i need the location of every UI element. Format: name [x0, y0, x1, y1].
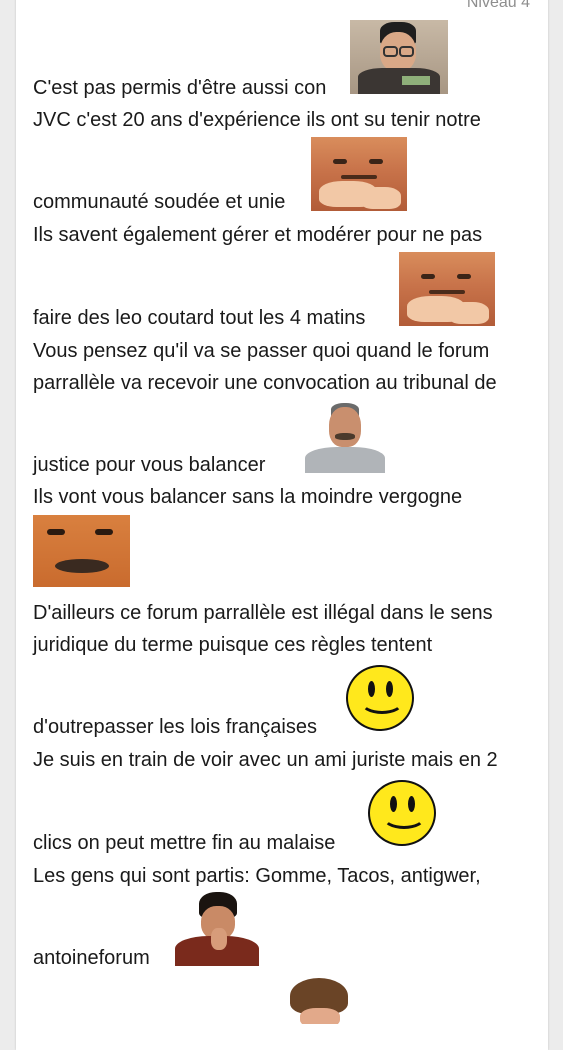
message-line: justice pour vous balancer	[33, 454, 266, 476]
laughing-face-sticker	[399, 252, 495, 326]
message-line: JVC c'est 20 ans d'expérience ils ont su…	[33, 109, 481, 131]
level-badge: Niveau 4	[466, 0, 530, 11]
message-line: D'ailleurs ce forum parrallèle est illég…	[33, 602, 493, 624]
old-man-money-sticker	[350, 20, 448, 94]
message-line: Ils vont vous balancer sans la moindre v…	[33, 486, 463, 508]
smiley-icon	[346, 665, 414, 731]
message-line: juridique du terme puisque ces règles te…	[33, 634, 433, 656]
curly-hair-sticker	[286, 974, 352, 1024]
message-line: communauté soudée et unie	[33, 191, 286, 213]
message-line: C'est pas permis d'être aussi con	[33, 77, 327, 99]
message-line: antoineforum	[33, 947, 150, 969]
laughing-young-man-sticker	[173, 892, 261, 966]
message-line: Ils savent également gérer et modérer po…	[33, 224, 483, 246]
message-line: clics on peut mettre fin au malaise	[33, 832, 336, 854]
message-line: Les gens qui sont partis: Gomme, Tacos, …	[33, 865, 481, 887]
message-line: Vous pensez qu'il va se passer quoi quan…	[33, 340, 490, 362]
risitas-zoom-sticker	[33, 515, 130, 587]
risitas-sticker	[303, 401, 386, 473]
message-line: d'outrepasser les lois françaises	[33, 716, 317, 738]
laughing-face-sticker	[311, 137, 407, 211]
message-line: faire des leo coutard tout les 4 matins	[33, 307, 366, 329]
message-line: Je suis en train de voir avec un ami jur…	[33, 749, 498, 771]
smiley-icon	[368, 780, 436, 846]
message-line: parrallèle va recevoir une convocation a…	[33, 372, 497, 394]
